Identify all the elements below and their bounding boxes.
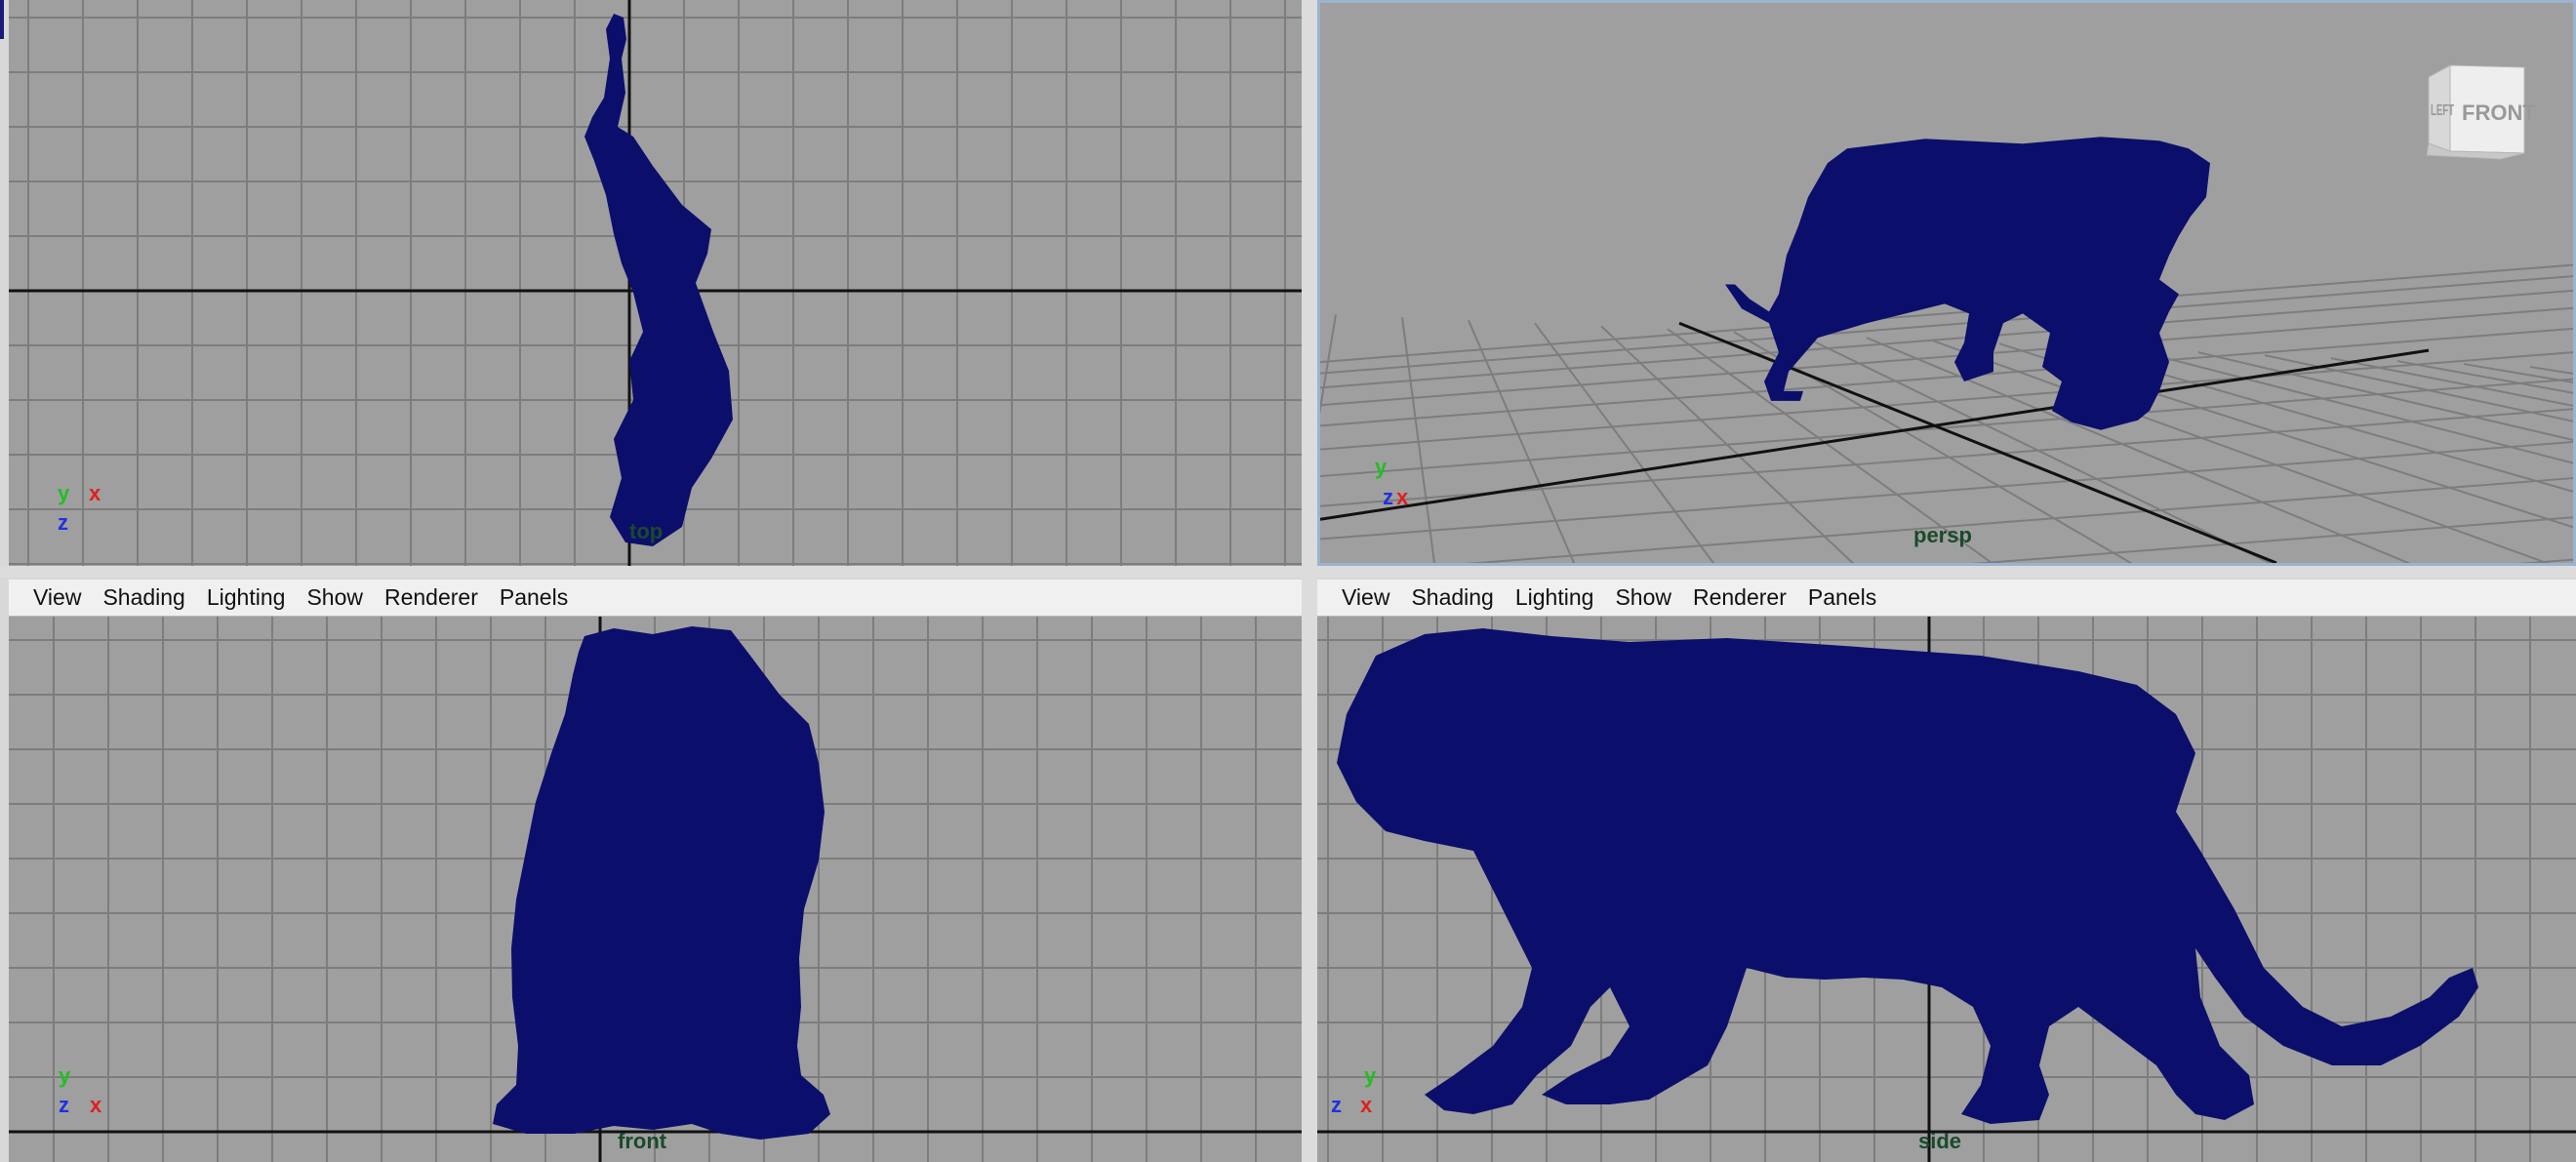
grid-line — [1320, 378, 2573, 478]
menu-panels[interactable]: Panels — [489, 584, 579, 611]
axis-gizmo-x: x — [1396, 485, 1409, 509]
grid-line — [2264, 354, 2573, 422]
grid-line — [1320, 351, 2573, 451]
menu-show[interactable]: Show — [1604, 584, 1682, 611]
axis-gizmo-x: x — [1360, 1093, 1373, 1117]
grid — [1320, 263, 2573, 563]
axis-gizmo-z: z — [1331, 1093, 1342, 1117]
tiger-mesh-front — [493, 626, 830, 1140]
grid-line — [1320, 314, 1337, 415]
grid-line — [2463, 363, 2573, 383]
grid-line — [1320, 289, 2573, 389]
grid-line — [2529, 366, 2573, 375]
panel-divider-horizontal[interactable] — [0, 566, 2576, 578]
menu-show[interactable]: Show — [296, 584, 374, 611]
axis-gizmo-y: y — [1364, 1063, 1377, 1088]
viewport-persp-canvas[interactable]: LEFT FRONT y z x persp — [1320, 3, 2573, 563]
axis-gizmo-y: y — [1375, 455, 1388, 479]
tiger-mesh-persp — [1725, 137, 2210, 430]
axis-gizmo-y: y — [58, 481, 70, 505]
view-cube-front-face[interactable]: FRONT — [2462, 100, 2536, 126]
camera-label-top: top — [629, 519, 664, 543]
viewport-side[interactable]: View Shading Lighting Show Renderer Pane… — [1317, 580, 2576, 1162]
menu-shading[interactable]: Shading — [92, 584, 195, 611]
panel-menu-bar: View Shading Lighting Show Renderer Pane… — [9, 580, 1302, 617]
menu-renderer[interactable]: Renderer — [1682, 584, 1797, 611]
menu-panels[interactable]: Panels — [1797, 584, 1887, 611]
viewport-top-canvas[interactable]: y x z top — [9, 0, 1302, 566]
viewport-persp[interactable]: LEFT FRONT y z x persp — [1317, 0, 2576, 566]
menu-lighting[interactable]: Lighting — [196, 584, 297, 611]
viewport-front[interactable]: View Shading Lighting Show Renderer Pane… — [9, 580, 1302, 1162]
axis-gizmo-z: z — [58, 510, 68, 535]
viewport-side-canvas[interactable]: y z x side — [1317, 617, 2576, 1162]
camera-label-side: side — [1918, 1129, 1962, 1153]
menu-view[interactable]: View — [22, 584, 92, 611]
axis-gizmo-x: x — [90, 1093, 102, 1117]
panel-menu-bar: View Shading Lighting Show Renderer Pane… — [1317, 580, 2576, 617]
view-cube-icon[interactable]: LEFT FRONT — [2423, 58, 2536, 165]
menu-lighting[interactable]: Lighting — [1505, 584, 1605, 611]
viewport-top[interactable]: y x z top — [9, 0, 1302, 566]
tiger-mesh-top — [584, 14, 733, 546]
axis-gizmo-z: z — [1383, 485, 1393, 509]
axis-gizmo-z: z — [59, 1093, 69, 1117]
menu-shading[interactable]: Shading — [1400, 584, 1504, 611]
grid-line — [1320, 327, 2573, 427]
panel-divider-vertical[interactable] — [1302, 0, 1317, 1162]
menu-renderer[interactable]: Renderer — [374, 584, 489, 611]
camera-label-front: front — [618, 1129, 667, 1153]
axis-gizmo-y: y — [59, 1063, 71, 1088]
menu-view[interactable]: View — [1331, 584, 1400, 611]
grid-line — [1534, 322, 1715, 563]
window-edge — [0, 0, 4, 39]
camera-label-persp: persp — [1913, 523, 1972, 547]
view-cube-left-face[interactable]: LEFT — [2431, 102, 2454, 120]
viewport-front-canvas[interactable]: y z x front — [9, 617, 1302, 1162]
axis-gizmo-x: x — [89, 481, 101, 505]
tiger-mesh-side — [1337, 628, 2478, 1124]
